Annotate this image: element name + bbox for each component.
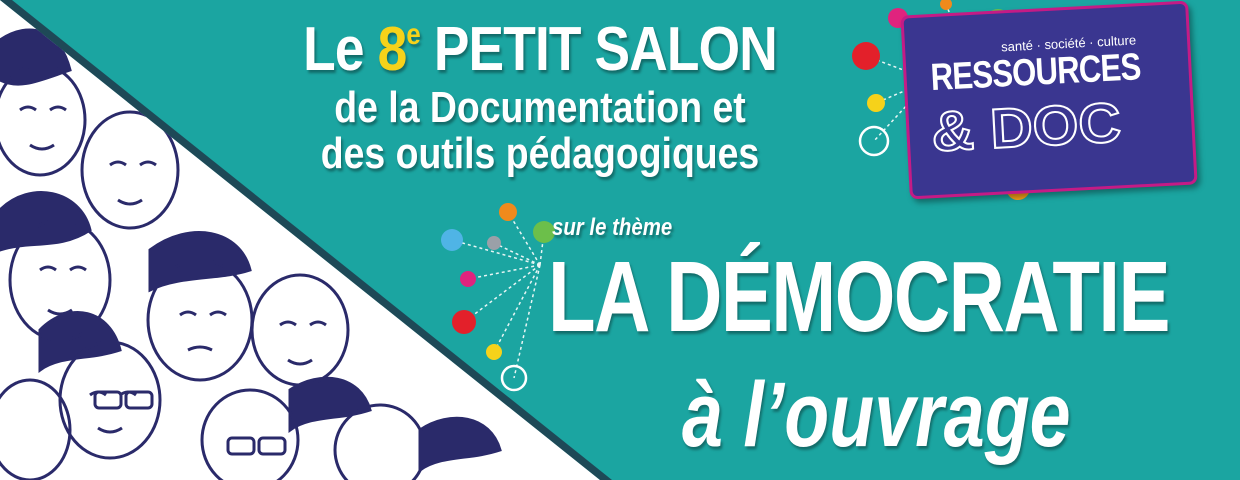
salon-title: Le 8e PETIT SALON de la Documentation et… bbox=[250, 0, 830, 177]
title-line-2: de la Documentation et bbox=[334, 83, 746, 132]
theme-title: LA DÉMOCRATIE bbox=[548, 241, 1171, 353]
title-line-1: Le 8e PETIT SALON bbox=[291, 0, 790, 85]
title-prefix: Le bbox=[303, 15, 378, 84]
edition-number: 8 bbox=[377, 15, 408, 84]
edition-suffix: e bbox=[406, 18, 420, 51]
title-main: PETIT SALON bbox=[419, 15, 778, 84]
logo-amp-doc: & DOC bbox=[929, 89, 1124, 164]
theme-subtitle: à l’ouvrage bbox=[682, 364, 1071, 466]
ressources-doc-logo: santé · société · culture RESSOURCES & D… bbox=[900, 0, 1198, 200]
title-line-3: des outils pédagogiques bbox=[320, 129, 760, 178]
event-banner: Le 8e PETIT SALON de la Documentation et… bbox=[0, 0, 1240, 480]
theme-intro: sur le thème bbox=[552, 214, 673, 241]
